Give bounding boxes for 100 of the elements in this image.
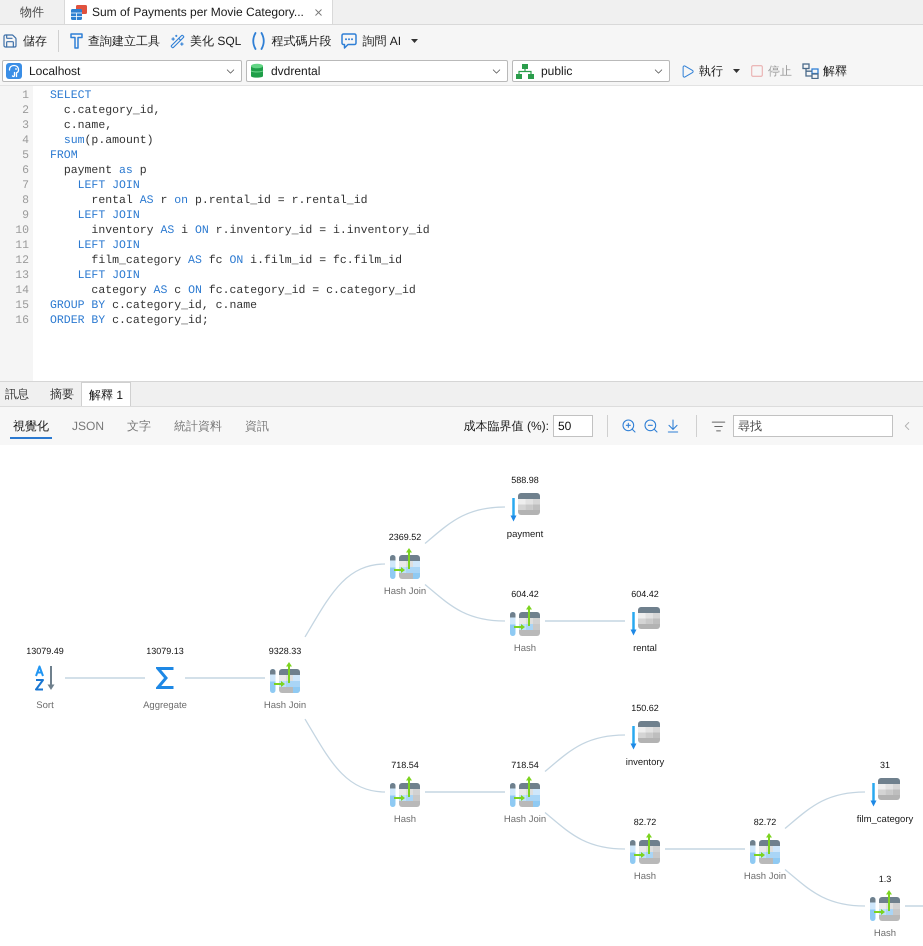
dropdown-select[interactable]: dvdrental <box>246 60 508 82</box>
table-name: rental <box>633 642 657 656</box>
table-down-arrow-icon <box>870 776 900 806</box>
document-tab[interactable]: Sum of Payments per Movie Category... <box>64 0 333 24</box>
line-number: 10 <box>15 223 29 238</box>
toolbar-button[interactable]: 查詢建立工具 <box>70 29 160 53</box>
logo-icon <box>6 63 22 79</box>
cost-value: 588.98 <box>511 474 539 487</box>
view-tab[interactable]: 文字 <box>124 414 154 438</box>
view-tab[interactable]: 統計資料 <box>171 414 226 438</box>
code-line: ORDER BY c.category_id; <box>50 313 209 328</box>
cost-value: 13079.49 <box>26 645 64 658</box>
view-tab[interactable]: 視覺化 <box>10 414 52 438</box>
grid-arrows-icon <box>390 548 420 579</box>
document-tab[interactable]: 物件 <box>0 0 64 24</box>
close-icon[interactable] <box>312 6 324 18</box>
zoom-in-icon[interactable] <box>621 418 637 434</box>
line-number: 14 <box>15 283 29 298</box>
threshold-input[interactable]: 50 <box>553 415 593 437</box>
table-name: payment <box>506 528 544 542</box>
table-down-arrow-icon <box>510 492 540 522</box>
result-tab[interactable]: 摘要 <box>43 382 81 406</box>
toolbar-button[interactable]: 儲存 <box>2 29 47 53</box>
line-number: 7 <box>22 178 29 193</box>
toolbar-button[interactable]: 詢問 AI <box>341 29 418 53</box>
line-number: 16 <box>15 313 29 328</box>
cost-value: 718.54 <box>391 759 419 772</box>
grid-arrows-icon <box>510 605 540 636</box>
code-line: rental AS r on p.rental_id = r.rental_id <box>91 193 368 208</box>
code-line: GROUP BY c.category_id, c.name <box>50 298 258 313</box>
result-tab[interactable]: 訊息 <box>0 382 43 406</box>
code-line: c.name, <box>64 118 112 133</box>
grid-arrows-icon <box>630 833 660 864</box>
code-line: LEFT JOIN <box>78 268 140 283</box>
cost-value: 82.72 <box>634 816 656 829</box>
search-field[interactable]: 尋找 <box>733 415 893 437</box>
line-number: 1 <box>22 88 29 103</box>
code-line: film_category AS fc ON i.film_id = fc.film_id <box>91 253 402 268</box>
table-name: film_category <box>856 813 914 827</box>
code-line: LEFT JOIN <box>78 208 140 223</box>
database-icon <box>250 63 264 79</box>
line-number: 5 <box>22 148 29 163</box>
cost-value: 718.54 <box>511 759 539 772</box>
node-label: Hash <box>634 870 656 884</box>
run-button[interactable]: 執行 <box>680 60 740 82</box>
grid-arrows-icon <box>870 890 900 921</box>
line-number: 9 <box>22 208 29 223</box>
node-label: Hash Join <box>384 585 426 599</box>
grid-arrows-icon <box>270 662 300 693</box>
table-name: inventory <box>626 756 664 770</box>
node-label: Sort <box>36 699 54 713</box>
cost-value: 604.42 <box>631 588 659 601</box>
dropdown-select[interactable]: Localhost <box>2 60 242 82</box>
result-tab[interactable]: 解釋 1 <box>81 382 132 406</box>
code-line: inventory AS i ON r.inventory_id = i.inventory_id <box>91 223 430 238</box>
line-number: 6 <box>22 163 29 178</box>
line-number: 8 <box>22 193 29 208</box>
tree-diagram-icon <box>516 64 534 78</box>
chat-bubble-icon <box>341 33 358 49</box>
sort-icon <box>34 664 56 690</box>
line-number: 2 <box>22 103 29 118</box>
save-icon <box>2 33 18 49</box>
toolbar-button[interactable]: 程式碼片段 <box>251 29 332 53</box>
cost-value: 13079.13 <box>146 645 184 658</box>
code-line: LEFT JOIN <box>78 178 140 193</box>
table-icon <box>71 4 87 20</box>
node-label: Hash Join <box>744 870 786 884</box>
line-number: 15 <box>15 298 29 313</box>
line-number: 12 <box>15 253 29 268</box>
node-label: Aggregate <box>143 699 187 713</box>
grid-arrows-icon <box>750 833 780 864</box>
code-line: sum(p.amount) <box>64 133 154 148</box>
view-tab[interactable]: JSON <box>69 414 108 438</box>
cost-value: 1.3 <box>878 873 892 886</box>
cost-value: 604.42 <box>511 588 539 601</box>
magic-wand-icon <box>170 34 185 48</box>
filter-icon[interactable] <box>711 418 726 434</box>
table-down-arrow-icon <box>630 720 660 750</box>
explain-button[interactable]: 解釋 <box>802 60 847 82</box>
line-number: 4 <box>22 133 29 148</box>
table-down-arrow-icon <box>630 606 660 636</box>
node-label: Hash Join <box>264 699 306 713</box>
code-line: LEFT JOIN <box>78 238 140 253</box>
node-label: Hash <box>394 813 416 827</box>
view-tab[interactable]: 資訊 <box>242 414 272 438</box>
zoom-out-icon[interactable] <box>643 418 659 434</box>
cost-value: 2369.52 <box>388 531 422 544</box>
cost-value: 9328.33 <box>268 645 302 658</box>
line-number: 13 <box>15 268 29 283</box>
download-icon[interactable] <box>665 418 681 434</box>
dropdown-select[interactable]: public <box>512 60 670 82</box>
code-line: payment as p <box>64 163 147 178</box>
node-label: Hash Join <box>504 813 546 827</box>
toolbar-button[interactable]: 美化 SQL <box>170 29 242 53</box>
code-line: c.category_id, <box>64 103 160 118</box>
code-line: category AS c ON fc.category_id = c.category_id <box>91 283 416 298</box>
node-label: Hash <box>514 642 536 656</box>
node-label: Hash <box>874 927 896 941</box>
threshold-label: 成本臨界值 (%): <box>464 418 549 435</box>
code-line: SELECT <box>50 88 92 103</box>
